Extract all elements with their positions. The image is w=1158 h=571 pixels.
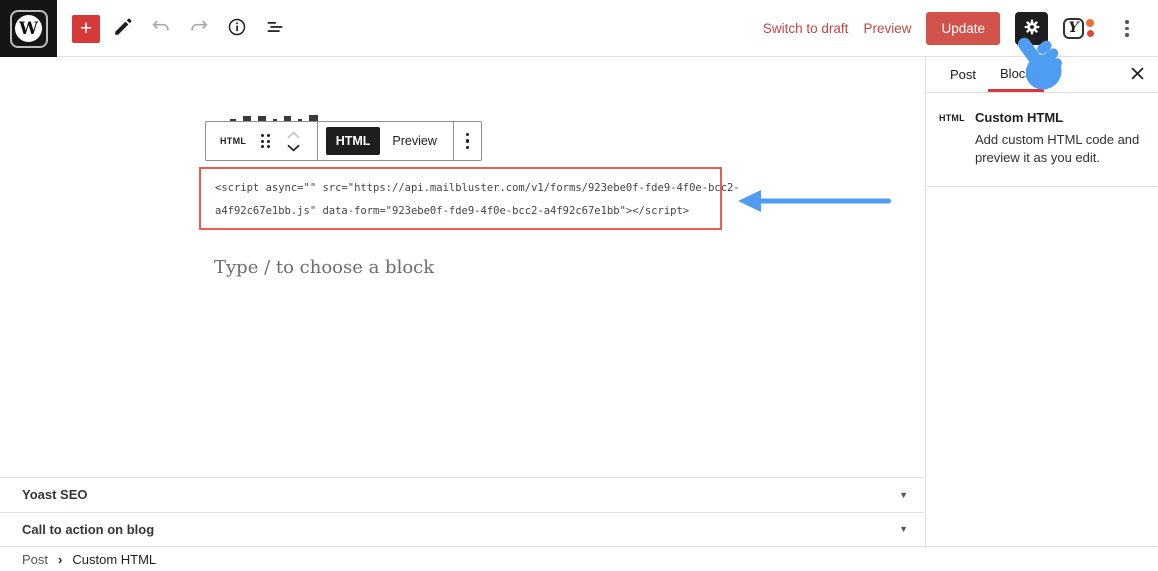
block-title: Custom HTML: [975, 110, 1153, 125]
update-button[interactable]: Update: [926, 12, 1000, 45]
cursor-hand-icon: [1008, 31, 1070, 102]
wordpress-logo[interactable]: W: [0, 0, 57, 57]
tab-post[interactable]: Post: [938, 57, 988, 92]
chevron-down-icon: [287, 140, 300, 155]
wordpress-editor-screen: W +: [0, 0, 1158, 571]
close-icon: [1131, 67, 1144, 83]
info-icon: [226, 16, 248, 41]
block-toolbar-group-mode: HTML Preview: [318, 122, 454, 160]
custom-html-code-block[interactable]: <script async="" src="https://api.mailbl…: [199, 167, 722, 230]
block-options-button[interactable]: [454, 122, 482, 160]
undo-button[interactable]: [146, 14, 176, 44]
block-movers: [285, 128, 303, 154]
caret-down-icon[interactable]: ▼: [899, 524, 908, 534]
list-view-button[interactable]: [260, 14, 290, 44]
details-button[interactable]: [222, 14, 252, 44]
breadcrumb-post-link[interactable]: Post: [22, 552, 48, 567]
code-line: a4f92c67e1bb.js" data-form="923ebe0f-fde…: [215, 200, 706, 223]
redo-icon: [188, 16, 210, 41]
drag-handle-icon[interactable]: [261, 134, 270, 148]
editor-top-bar: W +: [0, 0, 1158, 57]
preview-button[interactable]: Preview: [863, 21, 911, 36]
panel-label: Yoast SEO: [22, 487, 88, 502]
caret-down-icon[interactable]: ▼: [899, 490, 908, 500]
plus-icon: +: [80, 17, 92, 40]
chevron-right-icon: ›: [58, 552, 62, 567]
block-placeholder[interactable]: Type / to choose a block: [214, 257, 434, 278]
undo-icon: [150, 16, 172, 41]
list-view-icon: [264, 16, 286, 41]
yoast-status-dot: [1086, 19, 1094, 27]
kebab-menu-icon: [1125, 20, 1129, 37]
metabox-panels: Yoast SEO ▼ Call to action on blog ▼: [0, 477, 924, 546]
code-line: <script async="" src="https://api.mailbl…: [215, 177, 706, 200]
toolbar-right-group: Switch to draft Preview Update: [763, 0, 1142, 57]
edit-tools-button[interactable]: [108, 14, 138, 44]
preview-mode-tab[interactable]: Preview: [384, 134, 444, 148]
block-toolbar-group-controls: HTML: [206, 122, 318, 160]
panel-label: Call to action on blog: [22, 522, 154, 537]
move-down-button[interactable]: [285, 141, 303, 154]
toolbar-left-group: +: [72, 0, 290, 57]
pencil-icon: [112, 16, 134, 41]
redo-button[interactable]: [184, 14, 214, 44]
breadcrumb-current: Custom HTML: [72, 552, 156, 567]
block-toolbar: HTML HTML Preview: [205, 121, 482, 161]
kebab-menu-icon: [466, 133, 470, 150]
call-to-action-panel[interactable]: Call to action on blog ▼: [0, 512, 924, 547]
html-block-icon: HTML: [939, 110, 966, 166]
add-block-button[interactable]: +: [72, 15, 100, 43]
options-menu-button[interactable]: [1112, 14, 1142, 44]
editor-canvas[interactable]: HTML HTML Preview <sc: [0, 57, 925, 546]
switch-to-draft-button[interactable]: Switch to draft: [763, 21, 849, 36]
block-info-card: HTML Custom HTML Add custom HTML code an…: [926, 93, 1158, 187]
annotation-arrow: [737, 188, 895, 219]
block-info-text: Custom HTML Add custom HTML code and pre…: [975, 110, 1153, 166]
breadcrumb: Post › Custom HTML: [0, 546, 1158, 571]
wordpress-w-icon: W: [15, 15, 42, 42]
block-description: Add custom HTML code and preview it as y…: [975, 131, 1153, 166]
block-type-icon: HTML: [214, 136, 252, 146]
wordpress-logo-frame: W: [10, 10, 48, 48]
html-mode-tab[interactable]: HTML: [326, 127, 381, 155]
close-sidebar-button[interactable]: [1126, 64, 1148, 86]
settings-sidebar: Post Block HTML Custom HTML Add custom H…: [925, 57, 1158, 546]
yoast-seo-panel[interactable]: Yoast SEO ▼: [0, 477, 924, 512]
yoast-status-dot: [1087, 30, 1094, 37]
